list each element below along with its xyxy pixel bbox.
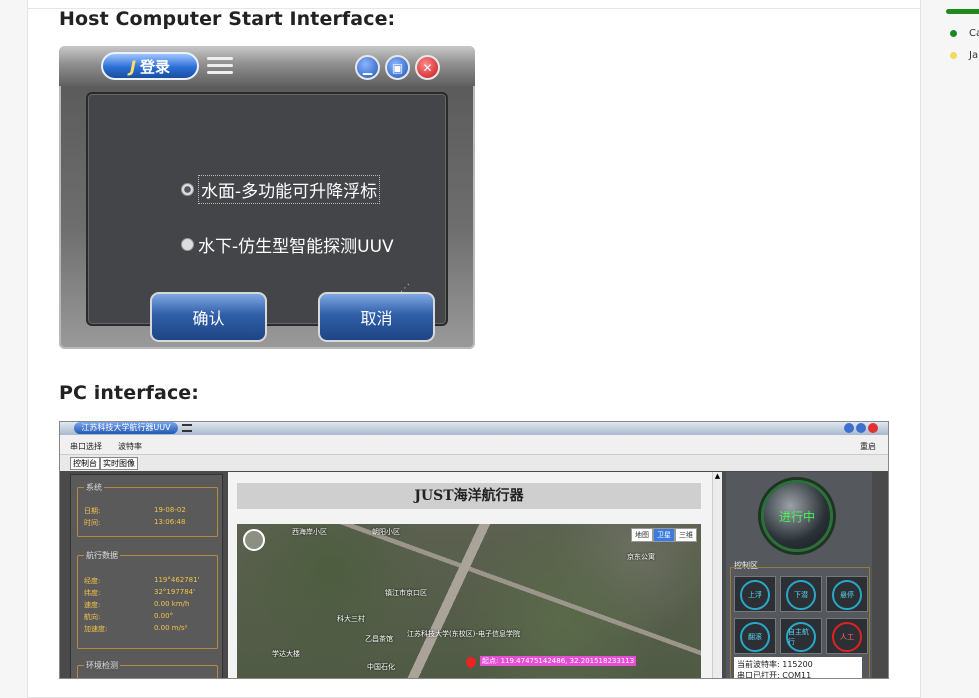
menu-icon[interactable] xyxy=(207,57,233,75)
resize-grip-icon[interactable]: ⋰ xyxy=(400,283,410,294)
left-data-panel: 系统 日期: 19-08-02 时间: 13:06:48 航行数据 经度: 119°4… xyxy=(70,474,223,678)
map-tab-satellite[interactable]: 卫星 xyxy=(653,528,675,542)
map-label: 中国石化 xyxy=(367,663,395,671)
baud-rate-text: 当前波特率: 115200 xyxy=(737,660,813,669)
map-label: 朝阳小区 xyxy=(372,528,400,536)
pc-minimize-icon[interactable] xyxy=(844,423,854,433)
tab-console[interactable]: 控制台 xyxy=(70,457,100,470)
control-panel: 进行中 控制区 上浮 下潜 悬停 翻滚 自主航行 人工 当前波特率: 11520… xyxy=(726,472,872,679)
tab-realtime-image[interactable]: 实时图像 xyxy=(100,457,138,470)
radio-label: 水下-仿生型智能探测UUV xyxy=(198,237,394,257)
group-title: 环境检测 xyxy=(84,660,120,671)
cancel-button[interactable]: 取消 xyxy=(318,292,435,342)
group-title: 航行数据 xyxy=(84,550,120,561)
map-label: 京东公寓 xyxy=(627,553,655,561)
map-label: 江苏科技大学(东校区)-电子信息学院 xyxy=(407,630,520,638)
nav-data-group: 航行数据 经度: 119°462781' 纬度: 32°197784' 速度: 0.0… xyxy=(77,550,218,649)
sidebar-item-label: Ca xyxy=(969,28,979,39)
hover-button[interactable]: 悬停 xyxy=(826,576,868,612)
pc-menu-icon[interactable] xyxy=(182,424,192,432)
maximize-icon[interactable]: ▣ xyxy=(385,55,410,80)
minimize-icon[interactable]: ▁ xyxy=(355,55,380,80)
login-logo-text: 登录 xyxy=(139,57,170,76)
radio-selected-icon xyxy=(181,183,194,196)
map-label: 西海岸小区 xyxy=(292,528,327,536)
heading-login-interface: Host Computer Start Interface: xyxy=(59,8,396,30)
sidebar-item-ja[interactable]: Ja xyxy=(950,50,978,61)
map-nav-control-icon[interactable] xyxy=(243,529,265,551)
map-label: 镇江市京口区 xyxy=(385,589,427,597)
sidebar-progress-bar xyxy=(946,9,979,14)
map-panel: JUST海洋航行器 地图 卫星 三维 西海岸小区 朝阳小区 江苏科技大学(东校区… xyxy=(228,472,722,678)
serial-port-text: 串口已打开: COM11 xyxy=(737,671,812,679)
close-icon[interactable]: ✕ xyxy=(415,55,440,80)
pc-tabs: 控制台 实时图像 xyxy=(60,455,888,471)
radio-unselected-icon xyxy=(181,238,194,251)
env-group: 环境检测 xyxy=(77,660,218,678)
pc-menubar: 串口选择 波特率 重启 xyxy=(60,435,888,455)
login-logo: J 登录 xyxy=(101,52,199,80)
radio-option-underwater[interactable]: 水下-仿生型智能探测UUV xyxy=(181,232,394,257)
coordinate-tooltip: 起点: 119.47475142486, 32.201518233113 xyxy=(480,656,637,666)
auto-navigate-button[interactable]: 自主航行 xyxy=(780,618,822,654)
map-title: JUST海洋航行器 xyxy=(237,483,701,509)
map-label: 乙昌茶馆 xyxy=(365,635,393,643)
pc-window-image: 江苏科技大学航行器UUV 串口选择 波特率 重启 控制台 实时图像 系统 日期:… xyxy=(59,421,889,679)
status-dot-icon xyxy=(950,52,957,59)
confirm-button[interactable]: 确认 xyxy=(150,292,267,342)
map-panel-scrollbar[interactable]: ▲ xyxy=(712,472,722,678)
data-row: 加速度: 0.00 m/s² xyxy=(84,624,188,633)
logo-mark-icon: J xyxy=(130,56,136,76)
radio-label: 水面-多功能可升降浮标 xyxy=(198,175,381,204)
sidebar-item-ca[interactable]: Ca xyxy=(950,28,979,39)
data-row: 速度: 0.00 km/h xyxy=(84,600,190,609)
pc-window-title: 江苏科技大学航行器UUV xyxy=(74,422,178,434)
map-label: 科大三村 xyxy=(337,615,365,623)
roll-button[interactable]: 翻滚 xyxy=(734,618,776,654)
map-type-tabs: 地图 卫星 三维 xyxy=(631,528,697,542)
map-tab-map[interactable]: 地图 xyxy=(631,528,653,542)
dive-button[interactable]: 下潜 xyxy=(780,576,822,612)
login-window-image: J 登录 ▁ ▣ ✕ 水面-多功能可升降浮标 水下-仿生型智能探测UUV 确认 … xyxy=(59,46,475,349)
status-dot-icon xyxy=(950,30,957,37)
map-label: 学达大楼 xyxy=(272,650,300,658)
radio-option-surface[interactable]: 水面-多功能可升降浮标 xyxy=(181,175,381,204)
map-tab-3d[interactable]: 三维 xyxy=(675,528,697,542)
menu-restart[interactable]: 重启 xyxy=(860,441,876,452)
serial-info-box: 当前波特率: 115200 串口已打开: COM11 xyxy=(734,657,862,679)
menu-serial-port[interactable]: 串口选择 xyxy=(70,441,102,452)
data-row: 时间: 13:06:48 xyxy=(84,518,186,527)
pc-close-icon[interactable] xyxy=(868,423,878,433)
satellite-map[interactable]: 地图 卫星 三维 西海岸小区 朝阳小区 江苏科技大学(东校区)-电子信息学院 镇… xyxy=(237,524,701,678)
login-panel: 水面-多功能可升降浮标 水下-仿生型智能探测UUV 确认 取消 ⋰ xyxy=(86,92,448,342)
group-title: 系统 xyxy=(84,482,104,493)
menu-baud-rate[interactable]: 波特率 xyxy=(118,441,142,452)
data-row: 纬度: 32°197784' xyxy=(84,588,196,597)
status-indicator: 进行中 xyxy=(761,480,833,552)
heading-pc-interface: PC interface: xyxy=(59,382,199,404)
manual-button[interactable]: 人工 xyxy=(826,618,868,654)
data-row: 日期: 19-08-02 xyxy=(84,506,186,515)
system-group: 系统 日期: 19-08-02 时间: 13:06:48 xyxy=(77,482,218,537)
data-row: 经度: 119°462781' xyxy=(84,576,200,585)
sidebar-item-label: Ja xyxy=(969,50,979,61)
ascend-button[interactable]: 上浮 xyxy=(734,576,776,612)
pc-maximize-icon[interactable] xyxy=(856,423,866,433)
data-row: 航向: 0.00° xyxy=(84,612,174,621)
location-pin-icon[interactable] xyxy=(463,654,479,670)
